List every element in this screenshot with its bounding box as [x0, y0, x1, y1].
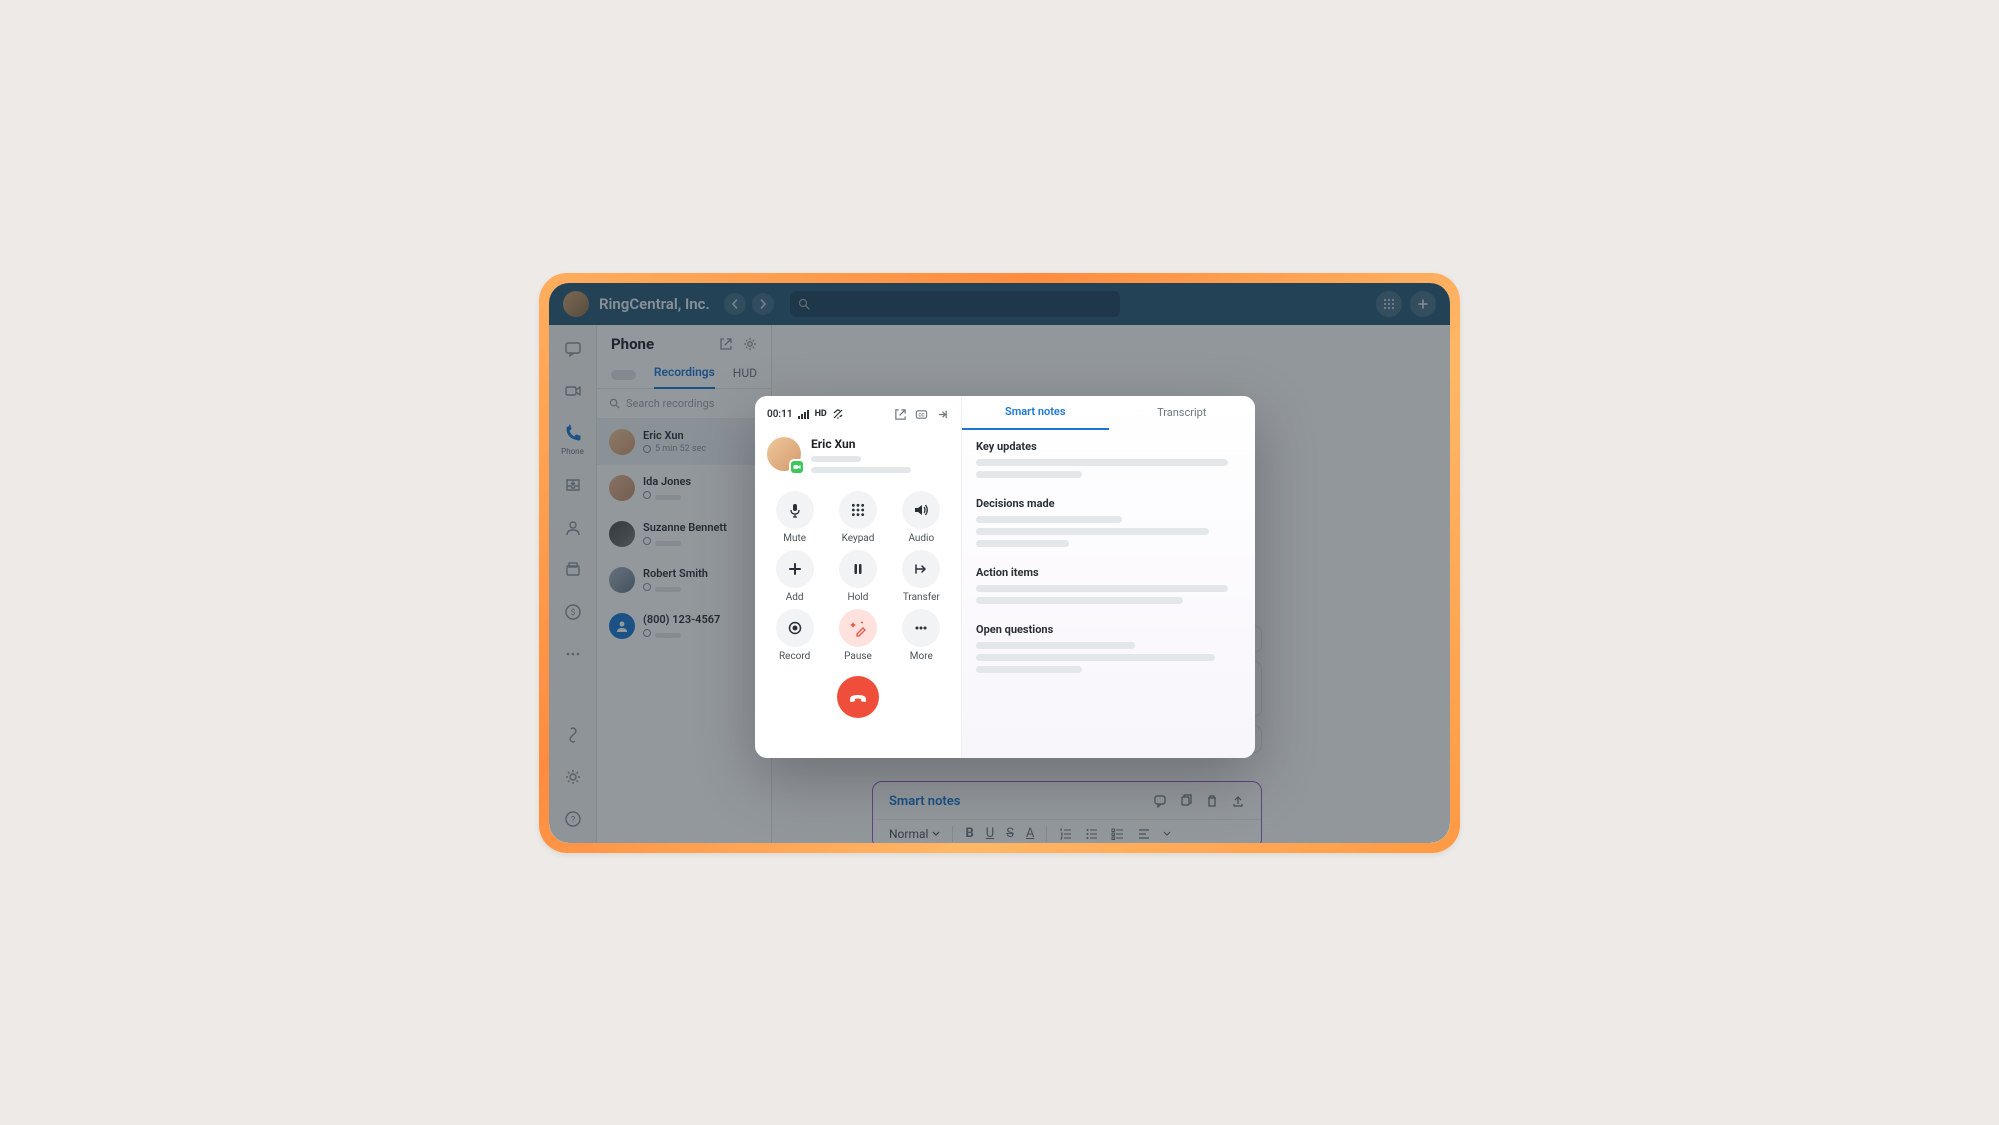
section-heading: Action items [976, 566, 1241, 579]
more-icon [913, 620, 929, 636]
collapse-icon[interactable] [936, 408, 949, 421]
audio-button[interactable]: Audio [894, 491, 949, 544]
hangup-button[interactable] [837, 676, 879, 718]
transfer-button[interactable]: Transfer [894, 550, 949, 603]
pause-notes-button[interactable]: Pause [830, 609, 885, 662]
caller-avatar [767, 437, 801, 471]
tab-smart-notes[interactable]: Smart notes [962, 396, 1109, 430]
mute-button[interactable]: Mute [767, 491, 822, 544]
caller-name: Eric Xun [811, 437, 949, 451]
pause-icon [851, 562, 865, 576]
cc-icon[interactable]: CC [915, 408, 928, 421]
section-heading: Key updates [976, 440, 1241, 453]
svg-text:CC: CC [918, 412, 924, 418]
disconnected-icon [832, 408, 844, 420]
more-button[interactable]: More [894, 609, 949, 662]
speaker-icon [913, 502, 929, 518]
section-heading: Decisions made [976, 497, 1241, 510]
call-duration: 00:11 [767, 409, 793, 420]
active-call-modal: 00:11 HD CC Eric Xun [755, 396, 1255, 758]
hold-button[interactable]: Hold [830, 550, 885, 603]
keypad-button[interactable]: Keypad [830, 491, 885, 544]
keypad-icon [851, 503, 865, 517]
record-icon [787, 620, 803, 636]
video-badge-icon [789, 459, 805, 475]
hd-badge: HD [815, 409, 827, 419]
popout-icon[interactable] [894, 408, 907, 421]
record-button[interactable]: Record [767, 609, 822, 662]
hangup-icon [847, 686, 869, 708]
mic-icon [787, 502, 803, 518]
section-heading: Open questions [976, 623, 1241, 636]
sparkle-edit-icon [849, 619, 867, 637]
signal-icon [798, 409, 810, 419]
add-button[interactable]: Add [767, 550, 822, 603]
tab-transcript[interactable]: Transcript [1109, 396, 1256, 430]
transfer-icon [913, 561, 929, 577]
plus-icon [787, 561, 803, 577]
